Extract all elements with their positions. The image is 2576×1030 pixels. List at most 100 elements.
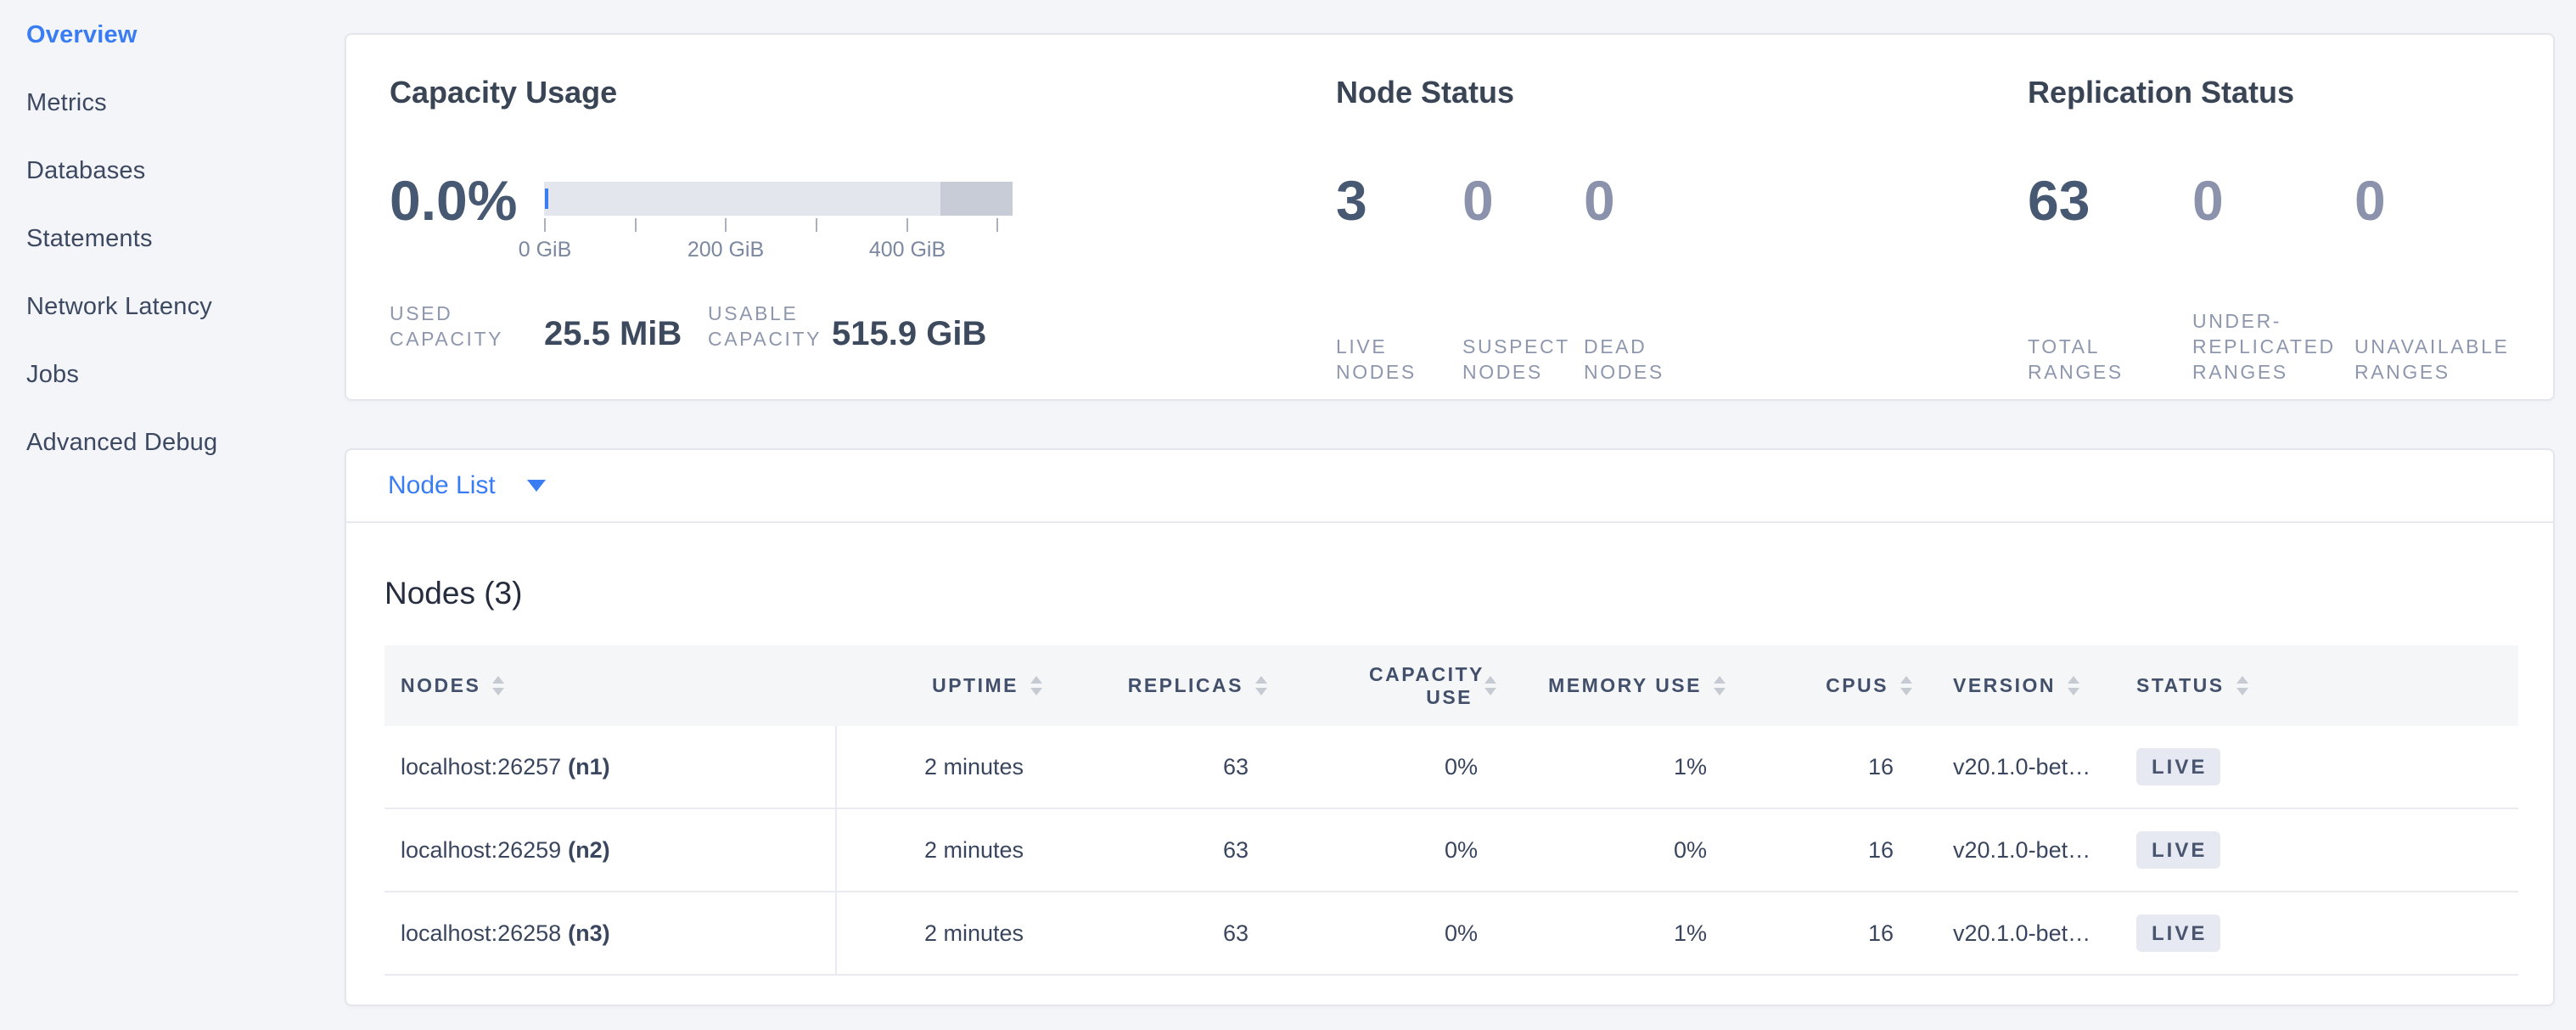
sort-icon[interactable] [2236,676,2248,695]
node-list-dropdown-label: Node List [388,471,496,500]
replicas-cell: 63 [1049,726,1274,808]
capacity-use-cell: 0% [1274,726,1503,808]
sort-icon[interactable] [1255,676,1267,695]
suspect-nodes-stat: 0 SUSPECT NODES [1462,171,1584,385]
live-nodes-label: LIVE NODES [1336,334,1462,385]
node-address-cell[interactable]: localhost:26257(n1) [384,726,837,808]
sort-icon[interactable] [1714,676,1726,695]
suspect-nodes-label: SUSPECT NODES [1462,334,1584,385]
memory-use-cell: 0% [1503,809,1732,891]
sidebar-item-statements[interactable]: Statements [26,205,315,273]
column-header-capacity-use[interactable]: CAPACITY USE [1274,645,1503,726]
memory-use-cell: 1% [1503,892,1732,974]
node-status-title: Node Status [1336,75,1514,110]
cluster-summary-card: Capacity Usage 0.0% 0 GiB 200 GiB 400 Gi… [345,33,2555,401]
capacity-use-cell: 0% [1274,809,1503,891]
sidebar-item-overview[interactable]: Overview [26,1,315,69]
usable-capacity-label: USABLE CAPACITY [708,301,832,352]
status-cell: LIVE [2123,892,2518,974]
replicas-cell: 63 [1049,892,1274,974]
status-cell: LIVE [2123,726,2518,808]
cpus-cell: 16 [1732,809,1919,891]
nodes-table-header: NODES UPTIME REPLICAS CAPACITY USE MEMOR… [384,645,2518,726]
table-row[interactable]: localhost:26259(n2) 2 minutes 63 0% 0% 1… [384,809,2518,892]
unavailable-ranges-stat: 0 UNAVAILABLE RANGES [2354,171,2567,385]
sidebar-item-metrics[interactable]: Metrics [26,69,315,137]
replication-status-title: Replication Status [2028,75,2294,110]
live-nodes-stat: 3 LIVE NODES [1336,171,1462,385]
version-cell: v20.1.0-bet… [1919,892,2123,974]
uptime-cell: 2 minutes [837,809,1049,891]
uptime-cell: 2 minutes [837,726,1049,808]
unavailable-ranges-value: 0 [2354,171,2567,230]
gauge-tick [725,218,727,232]
node-status-stats: 3 LIVE NODES 0 SUSPECT NODES 0 DEAD NODE… [1336,171,1720,385]
sidebar-item-jobs[interactable]: Jobs [26,341,315,408]
sidebar: Overview Metrics Databases Statements Ne… [26,1,315,476]
gauge-tick [635,218,637,232]
capacity-usage-title: Capacity Usage [390,75,617,110]
live-nodes-value: 3 [1336,171,1462,230]
sort-icon[interactable] [1030,676,1042,695]
replicas-cell: 63 [1049,809,1274,891]
dead-nodes-value: 0 [1584,171,1720,230]
node-address-cell[interactable]: localhost:26258(n3) [384,892,837,974]
cpus-cell: 16 [1732,726,1919,808]
gauge-tick-label: 200 GiB [687,238,764,262]
column-header-uptime[interactable]: UPTIME [837,645,1049,726]
unavailable-ranges-label: UNAVAILABLE RANGES [2354,334,2567,385]
status-badge: LIVE [2136,831,2220,869]
capacity-gauge-chart: 0 GiB 200 GiB 400 GiB [544,182,1013,216]
chevron-down-icon [527,480,546,492]
sidebar-item-advanced-debug[interactable]: Advanced Debug [26,408,315,476]
gauge-tick [906,218,908,232]
version-cell: v20.1.0-bet… [1919,809,2123,891]
sort-icon[interactable] [1484,676,1496,695]
node-list-dropdown[interactable]: Node List [346,450,2553,523]
total-ranges-stat: 63 TOTAL RANGES [2028,171,2192,385]
column-header-status[interactable]: STATUS [2123,645,2518,726]
capacity-gauge-other-segment [940,182,1013,216]
column-header-cpus[interactable]: CPUS [1732,645,1919,726]
under-replicated-ranges-label: UNDER-REPLICATED RANGES [2192,308,2354,385]
capacity-use-cell: 0% [1274,892,1503,974]
capacity-stats: USED CAPACITY 25.5 MiB USABLE CAPACITY 5… [390,301,986,352]
under-replicated-ranges-stat: 0 UNDER-REPLICATED RANGES [2192,171,2354,385]
status-cell: LIVE [2123,809,2518,891]
table-row[interactable]: localhost:26258(n3) 2 minutes 63 0% 1% 1… [384,892,2518,976]
total-ranges-label: TOTAL RANGES [2028,334,2192,385]
cpus-cell: 16 [1732,892,1919,974]
status-badge: LIVE [2136,915,2220,952]
column-header-memory-use[interactable]: MEMORY USE [1503,645,1732,726]
used-capacity-value: 25.5 MiB [544,316,708,352]
sidebar-item-databases[interactable]: Databases [26,137,315,205]
table-row[interactable]: localhost:26257(n1) 2 minutes 63 0% 1% 1… [384,726,2518,809]
node-list-card: Node List Nodes (3) NODES UPTIME REPLICA… [345,448,2555,1006]
dead-nodes-stat: 0 DEAD NODES [1584,171,1720,385]
column-header-replicas[interactable]: REPLICAS [1049,645,1274,726]
dead-nodes-label: DEAD NODES [1584,334,1720,385]
under-replicated-ranges-value: 0 [2192,171,2354,230]
column-header-version[interactable]: VERSION [1919,645,2123,726]
gauge-tick [544,218,546,232]
capacity-usage-section: Capacity Usage 0.0% 0 GiB 200 GiB 400 Gi… [390,35,1323,399]
used-capacity-marker [545,189,548,209]
gauge-tick-label: 0 GiB [519,238,572,262]
sidebar-item-network-latency[interactable]: Network Latency [26,273,315,341]
node-address-cell[interactable]: localhost:26259(n2) [384,809,837,891]
sort-icon[interactable] [492,676,504,695]
memory-use-cell: 1% [1503,726,1732,808]
nodes-count-heading: Nodes (3) [384,574,2553,613]
used-capacity-label: USED CAPACITY [390,301,544,352]
status-badge: LIVE [2136,748,2220,785]
gauge-tick [816,218,817,232]
sort-icon[interactable] [2068,676,2079,695]
usable-capacity-value: 515.9 GiB [832,316,986,352]
version-cell: v20.1.0-bet… [1919,726,2123,808]
uptime-cell: 2 minutes [837,892,1049,974]
column-header-nodes[interactable]: NODES [384,645,837,726]
sort-icon[interactable] [1900,676,1912,695]
capacity-used-percent: 0.0% [390,171,517,230]
suspect-nodes-value: 0 [1462,171,1584,230]
gauge-tick [996,218,998,232]
